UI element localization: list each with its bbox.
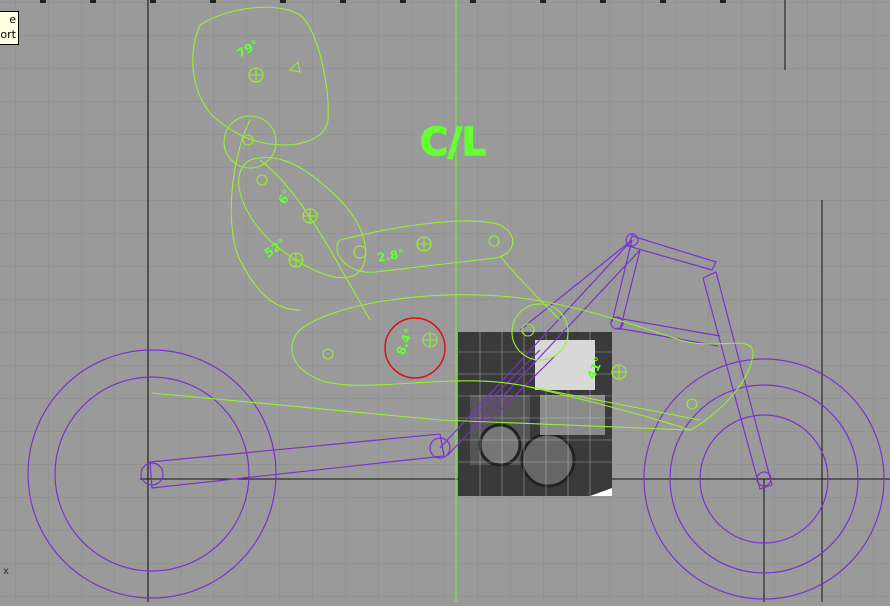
tooltip-line-1: e — [9, 13, 16, 26]
tooltip-line-2: ort — [0, 28, 16, 41]
toolbar-strip[interactable] — [0, 0, 760, 4]
engine-photo — [458, 332, 612, 496]
axis-corner-label: x — [3, 566, 9, 577]
viewport-tooltip: e ort — [0, 11, 19, 45]
viewport[interactable]: C/L 79° 6° 52° 2.8° 8.4° 41° e ort x — [0, 0, 890, 602]
centerline-label: C/L — [420, 120, 486, 164]
grid — [0, 0, 890, 602]
cad-canvas[interactable]: C/L 79° 6° 52° 2.8° 8.4° 41° — [0, 0, 890, 602]
